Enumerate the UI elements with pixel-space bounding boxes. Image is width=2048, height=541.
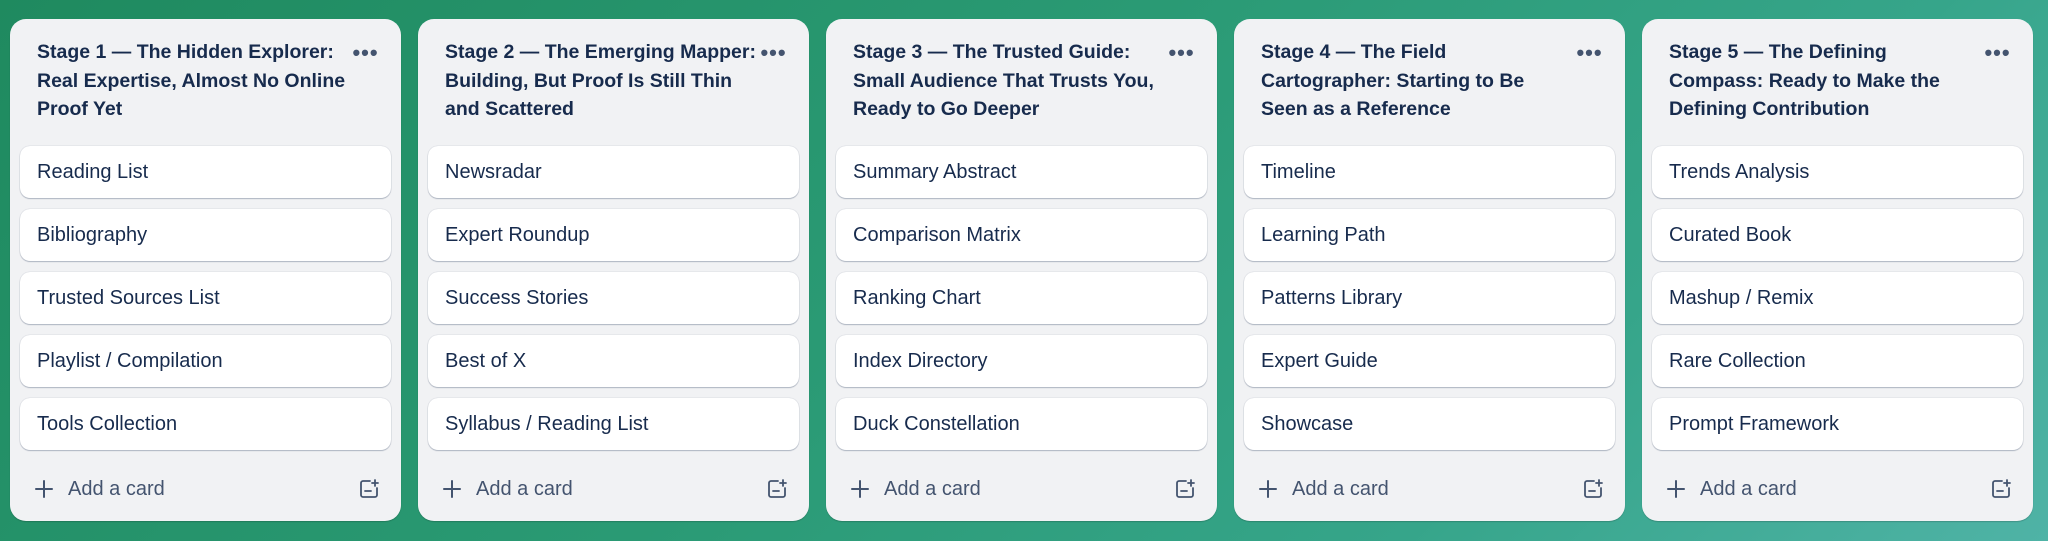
list-stage-1: Stage 1 — The Hidden Explorer: Real Expe… <box>10 19 401 521</box>
card[interactable]: Expert Guide <box>1244 335 1615 387</box>
create-from-template-icon <box>1584 479 1603 498</box>
list-footer: Add a card <box>428 467 799 511</box>
list-stage-3: Stage 3 — The Trusted Guide: Small Audie… <box>826 19 1217 521</box>
create-from-template-button[interactable] <box>1981 469 2021 509</box>
card[interactable]: Curated Book <box>1652 209 2023 261</box>
create-from-template-button[interactable] <box>349 469 389 509</box>
board: Stage 1 — The Hidden Explorer: Real Expe… <box>10 19 2033 521</box>
card[interactable]: Patterns Library <box>1244 272 1615 324</box>
card[interactable]: Prompt Framework <box>1652 398 2023 450</box>
plus-icon <box>442 479 462 499</box>
card[interactable]: Expert Roundup <box>428 209 799 261</box>
create-from-template-button[interactable] <box>1573 469 1613 509</box>
card-list: Reading List Bibliography Trusted Source… <box>20 146 391 450</box>
list-title[interactable]: Stage 1 — The Hidden Explorer: Real Expe… <box>37 38 348 124</box>
card[interactable]: Trends Analysis <box>1652 146 2023 198</box>
add-card-label: Add a card <box>68 477 165 500</box>
add-card-button[interactable]: Add a card <box>1244 467 1573 511</box>
list-stage-2: Stage 2 — The Emerging Mapper: Building,… <box>418 19 809 521</box>
add-card-label: Add a card <box>476 477 573 500</box>
card[interactable]: Success Stories <box>428 272 799 324</box>
add-card-button[interactable]: Add a card <box>836 467 1165 511</box>
card[interactable]: Rare Collection <box>1652 335 2023 387</box>
create-from-template-icon <box>360 479 379 498</box>
list-menu-icon[interactable]: ••• <box>1572 37 1607 69</box>
add-card-label: Add a card <box>1700 477 1797 500</box>
card[interactable]: Mashup / Remix <box>1652 272 2023 324</box>
card[interactable]: Summary Abstract <box>836 146 1207 198</box>
list-menu-icon[interactable]: ••• <box>756 37 791 69</box>
card[interactable]: Newsradar <box>428 146 799 198</box>
list-footer: Add a card <box>1652 467 2023 511</box>
plus-icon <box>1258 479 1278 499</box>
list-header: Stage 2 — The Emerging Mapper: Building,… <box>428 37 799 146</box>
list-footer: Add a card <box>20 467 391 511</box>
card[interactable]: Timeline <box>1244 146 1615 198</box>
list-stage-5: Stage 5 — The Defining Compass: Ready to… <box>1642 19 2033 521</box>
card[interactable]: Showcase <box>1244 398 1615 450</box>
create-from-template-icon <box>1992 479 2011 498</box>
card[interactable]: Index Directory <box>836 335 1207 387</box>
list-title[interactable]: Stage 2 — The Emerging Mapper: Building,… <box>445 38 756 124</box>
card[interactable]: Ranking Chart <box>836 272 1207 324</box>
plus-icon <box>34 479 54 499</box>
card[interactable]: Best of X <box>428 335 799 387</box>
card-list: Timeline Learning Path Patterns Library … <box>1244 146 1615 450</box>
list-header: Stage 4 — The Field Cartographer: Starti… <box>1244 37 1615 146</box>
card[interactable]: Syllabus / Reading List <box>428 398 799 450</box>
add-card-button[interactable]: Add a card <box>1652 467 1981 511</box>
list-title[interactable]: Stage 4 — The Field Cartographer: Starti… <box>1261 38 1572 124</box>
create-from-template-button[interactable] <box>757 469 797 509</box>
list-header: Stage 3 — The Trusted Guide: Small Audie… <box>836 37 1207 146</box>
create-from-template-icon <box>1176 479 1195 498</box>
card[interactable]: Playlist / Compilation <box>20 335 391 387</box>
card-list: Newsradar Expert Roundup Success Stories… <box>428 146 799 450</box>
card-list: Trends Analysis Curated Book Mashup / Re… <box>1652 146 2023 450</box>
list-title[interactable]: Stage 3 — The Trusted Guide: Small Audie… <box>853 38 1164 124</box>
list-menu-icon[interactable]: ••• <box>1164 37 1199 69</box>
card[interactable]: Bibliography <box>20 209 391 261</box>
plus-icon <box>850 479 870 499</box>
list-title[interactable]: Stage 5 — The Defining Compass: Ready to… <box>1669 38 1980 124</box>
card[interactable]: Duck Constellation <box>836 398 1207 450</box>
add-card-label: Add a card <box>884 477 981 500</box>
list-stage-4: Stage 4 — The Field Cartographer: Starti… <box>1234 19 1625 521</box>
add-card-button[interactable]: Add a card <box>428 467 757 511</box>
list-footer: Add a card <box>1244 467 1615 511</box>
card[interactable]: Tools Collection <box>20 398 391 450</box>
list-menu-icon[interactable]: ••• <box>348 37 383 69</box>
list-header: Stage 1 — The Hidden Explorer: Real Expe… <box>20 37 391 146</box>
plus-icon <box>1666 479 1686 499</box>
list-header: Stage 5 — The Defining Compass: Ready to… <box>1652 37 2023 146</box>
card[interactable]: Trusted Sources List <box>20 272 391 324</box>
list-menu-icon[interactable]: ••• <box>1980 37 2015 69</box>
list-footer: Add a card <box>836 467 1207 511</box>
create-from-template-button[interactable] <box>1165 469 1205 509</box>
add-card-button[interactable]: Add a card <box>20 467 349 511</box>
add-card-label: Add a card <box>1292 477 1389 500</box>
card[interactable]: Learning Path <box>1244 209 1615 261</box>
create-from-template-icon <box>768 479 787 498</box>
card[interactable]: Comparison Matrix <box>836 209 1207 261</box>
card-list: Summary Abstract Comparison Matrix Ranki… <box>836 146 1207 450</box>
card[interactable]: Reading List <box>20 146 391 198</box>
